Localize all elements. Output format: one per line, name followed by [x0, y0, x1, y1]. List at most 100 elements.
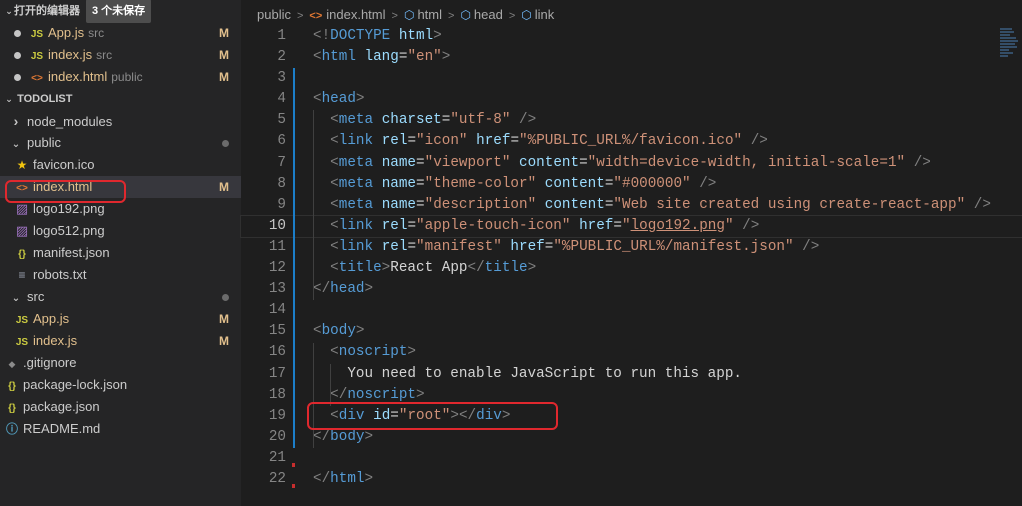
- breadcrumb-item[interactable]: public: [257, 7, 291, 22]
- tree-item-package-json[interactable]: {} package.json: [0, 396, 241, 418]
- tree-item-src[interactable]: ⌄ src: [0, 286, 241, 308]
- code-token: <: [330, 344, 339, 361]
- code-line[interactable]: 22 </html>: [241, 469, 1022, 490]
- tree-item-favicon[interactable]: ★ favicon.ico: [0, 154, 241, 176]
- minimap[interactable]: [1000, 28, 1018, 68]
- line-number: 15: [268, 323, 286, 340]
- code-line[interactable]: 4 <head>: [241, 89, 1022, 110]
- git-deleted-marker[interactable]: [292, 483, 295, 488]
- project-header[interactable]: ⌄ TODOLIST: [0, 88, 241, 110]
- tree-item-label: .gitignore: [23, 355, 77, 370]
- js-file-icon: JS: [15, 315, 29, 326]
- code-line[interactable]: 12 <title>React App</title>: [241, 258, 1022, 279]
- line-number: 8: [277, 175, 286, 192]
- git-status-badge: M: [219, 334, 229, 348]
- code-token: "width=device-width, initial-scale=1": [587, 154, 906, 171]
- chevron-right-icon: >: [508, 10, 516, 22]
- code-token: "theme-color": [424, 175, 537, 192]
- unsaved-dot-icon[interactable]: [14, 29, 21, 37]
- code-token: =: [510, 133, 520, 150]
- tree-item-node-modules[interactable]: › node_modules: [0, 110, 241, 132]
- code-text: <meta name="viewport" content="width=dev…: [313, 153, 931, 174]
- code-token: "%PUBLIC_URL%/manifest.json": [553, 238, 794, 255]
- chevron-down-icon: ⌄: [11, 139, 21, 150]
- tree-item-label: node_modules: [27, 114, 113, 129]
- chevron-right-icon: >: [296, 10, 304, 22]
- code-line[interactable]: 15 <body>: [241, 321, 1022, 342]
- code-token: You need to enable JavaScript to run thi…: [313, 365, 742, 382]
- code-line[interactable]: 16 <noscript>: [241, 342, 1022, 363]
- image-file-icon: ▨: [15, 223, 29, 238]
- code-token: <!: [313, 28, 331, 44]
- code-line[interactable]: 6 <link rel="icon" href="%PUBLIC_URL%/fa…: [241, 131, 1022, 152]
- breadcrumb-item[interactable]: head: [474, 7, 503, 22]
- tree-item-package-lock[interactable]: {} package-lock.json: [0, 374, 241, 396]
- line-number: 16: [268, 344, 286, 361]
- star-file-icon: ★: [16, 158, 28, 172]
- code-line[interactable]: 7 <meta name="viewport" content="width=d…: [241, 153, 1022, 174]
- line-number: 4: [277, 91, 286, 108]
- tree-item-public[interactable]: ⌄ public: [0, 132, 241, 154]
- code-line[interactable]: 5 <meta charset="utf-8" />: [241, 110, 1022, 131]
- open-editor-app-js[interactable]: JS App.js src M: [0, 22, 241, 44]
- git-deleted-marker[interactable]: [292, 462, 295, 467]
- code-token: =: [416, 175, 425, 192]
- unsaved-dot-icon[interactable]: [14, 73, 21, 81]
- json-file-icon: {}: [8, 381, 16, 392]
- tree-item-label: favicon.ico: [33, 157, 95, 172]
- tree-item-label: public: [27, 135, 61, 150]
- js-file-icon: JS: [30, 29, 44, 40]
- code-token: link: [338, 133, 374, 150]
- code-line[interactable]: 14: [241, 300, 1022, 321]
- code-token: />: [519, 112, 537, 129]
- git-modified-gutter[interactable]: [293, 68, 295, 448]
- breadcrumb-item[interactable]: html: [417, 7, 442, 22]
- open-editors-header[interactable]: ⌄ 打开的编辑器 3 个未保存: [0, 0, 241, 23]
- tree-item-app-js[interactable]: JS App.js M: [0, 308, 241, 330]
- tree-item-label: package.json: [23, 399, 100, 414]
- code-token: href: [579, 217, 614, 234]
- tree-item-logo512[interactable]: ▨ logo512.png: [0, 220, 241, 242]
- code-token: meta: [338, 112, 374, 129]
- indent-guide: [313, 342, 314, 448]
- code-token: head: [330, 281, 365, 298]
- code-token: <: [330, 133, 339, 150]
- code-line[interactable]: 3: [241, 68, 1022, 89]
- code-text: <link rel="icon" href="%PUBLIC_URL%/favi…: [313, 131, 768, 152]
- tree-item-manifest[interactable]: {} manifest.json: [0, 242, 241, 264]
- code-line[interactable]: 10 <link rel="apple-touch-icon" href="lo…: [240, 214, 1022, 238]
- chevron-down-icon: ⌄: [5, 94, 13, 104]
- breadcrumb-item[interactable]: index.html: [326, 7, 385, 22]
- tree-item-gitignore[interactable]: ◆ .gitignore: [0, 352, 241, 374]
- tree-item-robots[interactable]: ≡ robots.txt: [0, 264, 241, 286]
- open-editor-index-html[interactable]: <> index.html public M: [0, 66, 241, 88]
- tree-item-label: robots.txt: [33, 267, 87, 282]
- tree-item-label: manifest.json: [33, 245, 110, 260]
- unsaved-dot-icon[interactable]: [14, 51, 21, 59]
- code-line[interactable]: 1 <!DOCTYPE html>: [241, 26, 1022, 47]
- code-token: >: [415, 386, 425, 403]
- code-token: =: [613, 217, 622, 234]
- code-line[interactable]: 2 <html lang="en">: [241, 47, 1022, 68]
- code-token: href: [476, 133, 511, 150]
- code-line[interactable]: 8 <meta name="theme-color" content="#000…: [241, 174, 1022, 195]
- code-line[interactable]: 21: [241, 448, 1022, 469]
- breadcrumb-item[interactable]: link: [535, 7, 555, 22]
- git-change-dot-icon: [222, 140, 229, 147]
- code-line[interactable]: 17 You need to enable JavaScript to run …: [241, 364, 1022, 385]
- code-token: />: [802, 238, 820, 255]
- code-line[interactable]: 13 </head>: [241, 279, 1022, 300]
- tree-item-readme[interactable]: ⓘ README.md: [0, 418, 241, 440]
- code-line[interactable]: 9 <meta name="description" content="Web …: [241, 195, 1022, 216]
- code-line[interactable]: 11 <link rel="manifest" href="%PUBLIC_UR…: [241, 237, 1022, 258]
- tree-item-index-js[interactable]: JS index.js M: [0, 330, 241, 352]
- project-title: TODOLIST: [17, 93, 73, 105]
- open-editor-index-js[interactable]: JS index.js src M: [0, 44, 241, 66]
